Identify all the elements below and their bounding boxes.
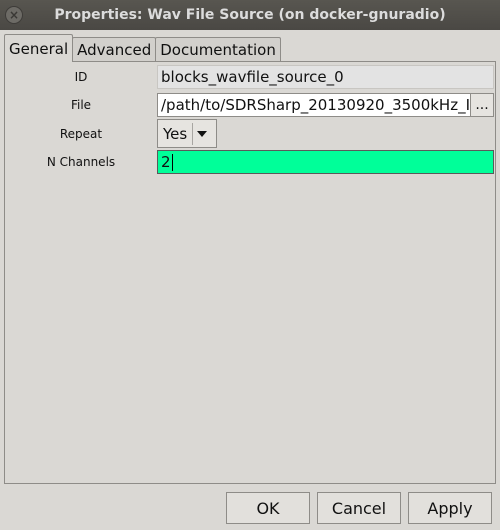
text-cursor xyxy=(171,153,173,171)
tab-documentation[interactable]: Documentation xyxy=(155,37,281,62)
file-row: File /path/to/SDRSharp_20130920_3500kHz_… xyxy=(5,91,495,119)
button-row: OK Cancel Apply xyxy=(0,492,500,524)
ok-button[interactable]: OK xyxy=(226,492,310,524)
repeat-row: Repeat Yes xyxy=(5,119,495,149)
general-panel: ID blocks_wavfile_source_0 File /path/to… xyxy=(4,61,496,484)
window-title: Properties: Wav File Source (on docker-g… xyxy=(54,7,446,23)
repeat-value: Yes xyxy=(163,124,188,143)
file-path-field[interactable]: /path/to/SDRSharp_20130920_3500kHz_IQ.wa… xyxy=(157,93,472,117)
tab-bar: General Advanced Documentation xyxy=(4,34,281,62)
repeat-combo[interactable]: Yes xyxy=(157,119,217,148)
id-row: ID blocks_wavfile_source_0 xyxy=(5,63,495,91)
chevron-down-icon xyxy=(197,130,207,137)
tab-advanced[interactable]: Advanced xyxy=(72,37,157,62)
repeat-label: Repeat xyxy=(59,127,103,141)
apply-button[interactable]: Apply xyxy=(408,492,492,524)
browse-button[interactable]: ... xyxy=(470,93,494,117)
close-icon[interactable]: × xyxy=(5,6,23,24)
properties-dialog: × Properties: Wav File Source (on docker… xyxy=(0,0,500,530)
file-label: File xyxy=(70,98,92,112)
n-channels-value: 2 xyxy=(161,153,171,171)
id-field[interactable]: blocks_wavfile_source_0 xyxy=(157,65,494,89)
n-channels-label: N Channels xyxy=(46,155,116,169)
combo-separator xyxy=(192,122,193,145)
n-channels-field[interactable]: 2 xyxy=(157,150,494,174)
id-label: ID xyxy=(74,70,88,84)
title-bar: × Properties: Wav File Source (on docker… xyxy=(0,0,500,30)
tab-general[interactable]: General xyxy=(4,34,74,62)
cancel-button[interactable]: Cancel xyxy=(317,492,401,524)
n-channels-row: N Channels 2 xyxy=(5,148,495,176)
